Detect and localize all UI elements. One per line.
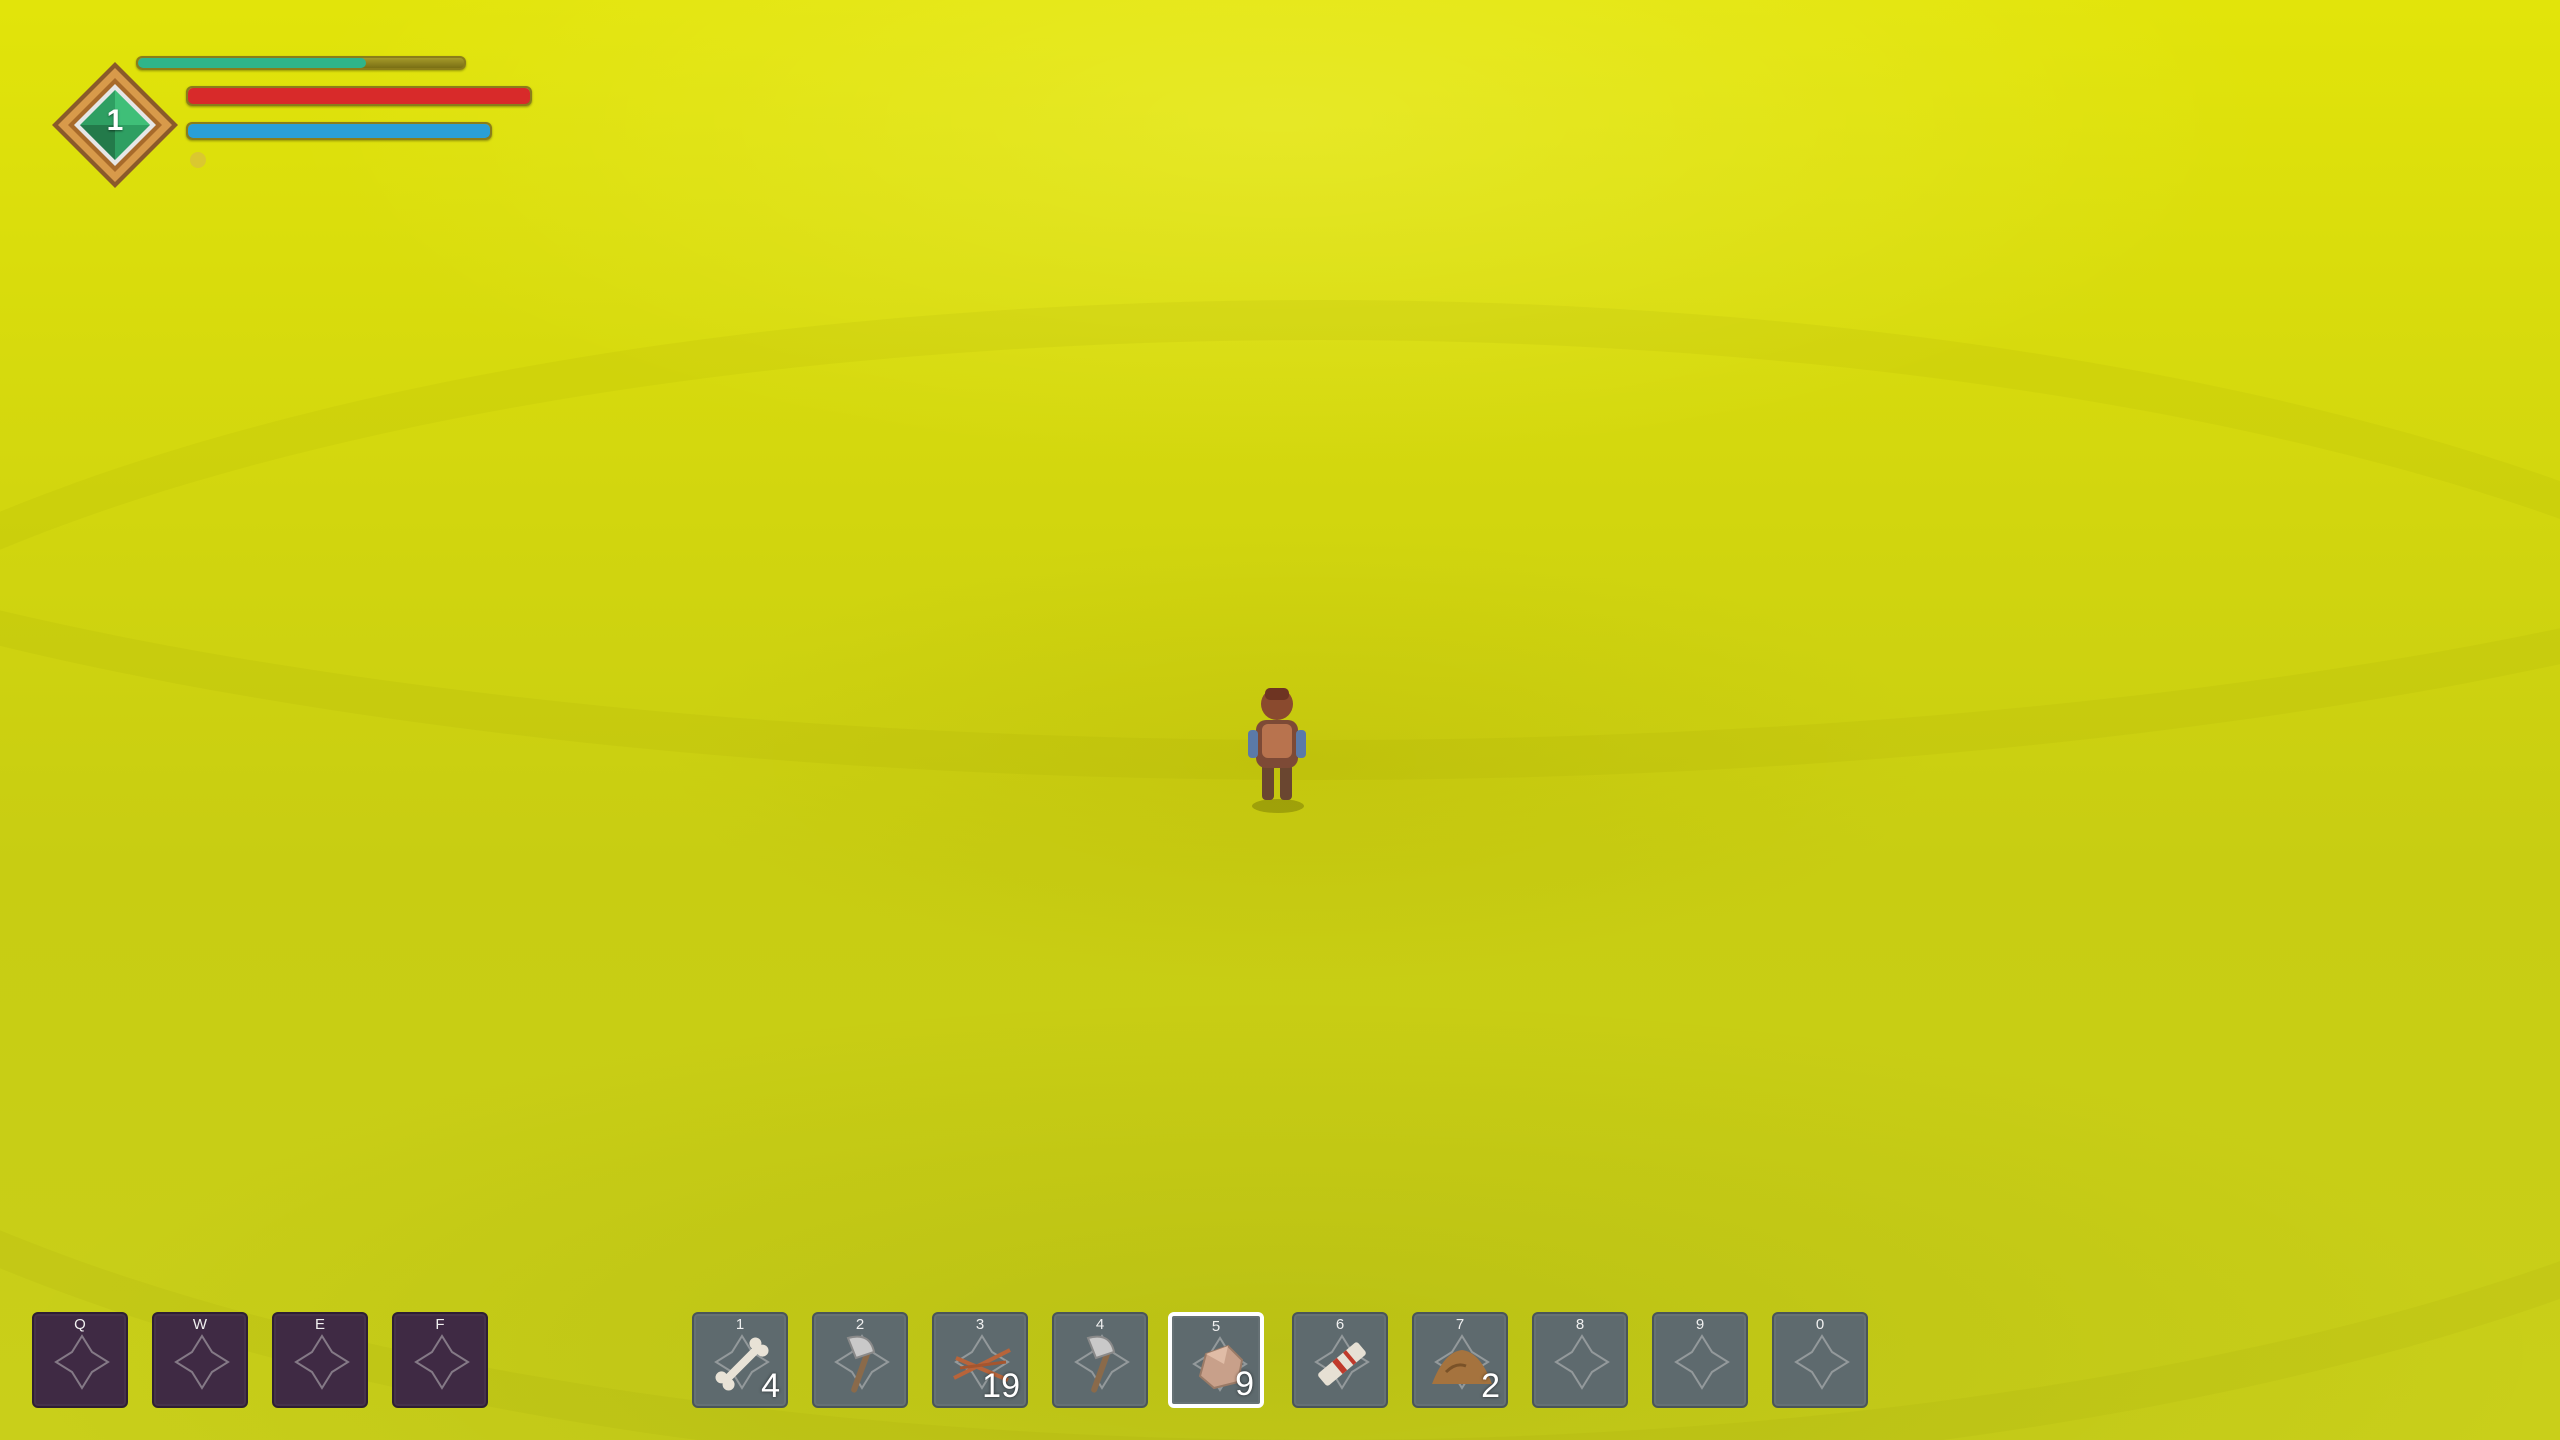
item-count: 9 bbox=[1235, 1365, 1254, 1403]
bandage-icon bbox=[1306, 1328, 1378, 1400]
hotbar-slot-2[interactable]: 2 bbox=[812, 1312, 908, 1408]
game-viewport[interactable]: 1 QWEF 1 4 2 3 19 4 5 9 6 7 2 8 9 0 bbox=[0, 0, 2560, 1440]
skill-slot-w[interactable]: W bbox=[152, 1312, 248, 1408]
hotbar-slot-9[interactable]: 9 bbox=[1652, 1312, 1748, 1408]
empty-slot-icon bbox=[412, 1332, 472, 1392]
item-count: 2 bbox=[1481, 1367, 1500, 1405]
hotbar-slot-1[interactable]: 14 bbox=[692, 1312, 788, 1408]
health-bar-fill bbox=[188, 88, 530, 104]
empty-slot-icon bbox=[1552, 1332, 1612, 1392]
mana-bar-fill bbox=[188, 124, 490, 138]
hotbar-slot-6[interactable]: 6 bbox=[1292, 1312, 1388, 1408]
empty-slot-icon bbox=[292, 1332, 352, 1392]
hotbar-slot-0[interactable]: 0 bbox=[1772, 1312, 1868, 1408]
hotbar-slot-3[interactable]: 3 19 bbox=[932, 1312, 1028, 1408]
skill-slot-f[interactable]: F bbox=[392, 1312, 488, 1408]
item-count: 4 bbox=[761, 1367, 780, 1405]
player-status-panel: 1 bbox=[50, 50, 540, 200]
hotbar-slot-8[interactable]: 8 bbox=[1532, 1312, 1628, 1408]
axe-icon bbox=[826, 1328, 898, 1400]
experience-bar bbox=[136, 56, 466, 70]
player-character bbox=[1248, 688, 1306, 813]
health-bar bbox=[186, 86, 532, 106]
hotbar-slot-5[interactable]: 59 bbox=[1168, 1312, 1264, 1408]
axe-icon bbox=[1066, 1328, 1138, 1400]
empty-slot-icon bbox=[1792, 1332, 1852, 1392]
grass-band bbox=[0, 300, 2560, 1440]
level-number: 1 bbox=[106, 104, 124, 137]
empty-slot-icon bbox=[172, 1332, 232, 1392]
mana-bar bbox=[186, 122, 492, 140]
empty-slot-icon bbox=[52, 1332, 112, 1392]
empty-slot-icon bbox=[1672, 1332, 1732, 1392]
coin-icon bbox=[190, 152, 206, 168]
hotbar-slot-4[interactable]: 4 bbox=[1052, 1312, 1148, 1408]
hotbar-slot-7[interactable]: 72 bbox=[1412, 1312, 1508, 1408]
skill-slot-e[interactable]: E bbox=[272, 1312, 368, 1408]
item-count: 19 bbox=[982, 1367, 1020, 1405]
skill-slot-q[interactable]: Q bbox=[32, 1312, 128, 1408]
